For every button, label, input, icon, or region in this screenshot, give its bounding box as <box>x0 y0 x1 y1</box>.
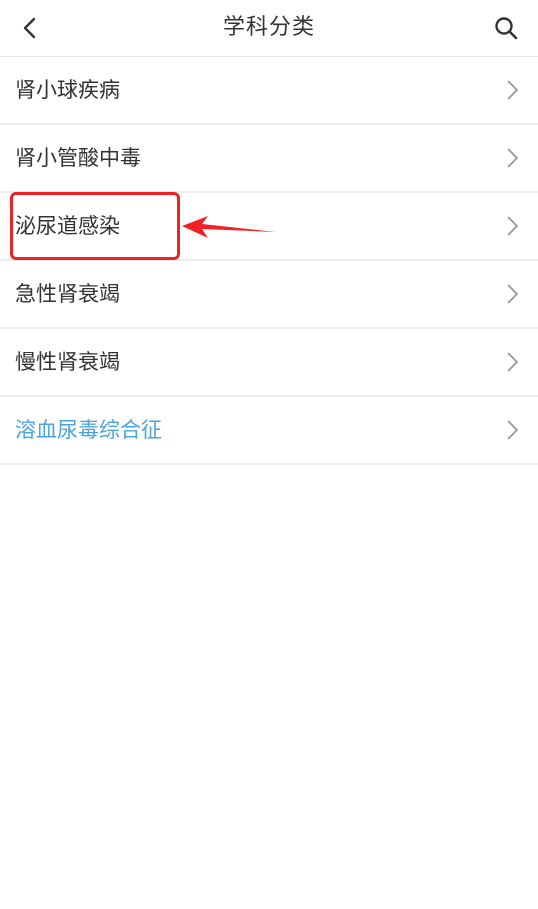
list-item-chronic-renal-failure[interactable]: 慢性肾衰竭 <box>0 329 538 397</box>
list-item-label: 肾小球疾病 <box>15 78 120 102</box>
list-item-label: 肾小管酸中毒 <box>15 146 141 170</box>
list-item-glomerular[interactable]: 肾小球疾病 <box>0 57 538 125</box>
chevron-right-icon <box>507 80 518 100</box>
list-item-acute-renal-failure[interactable]: 急性肾衰竭 <box>0 261 538 329</box>
list-item-hemolytic-uremic[interactable]: 溶血尿毒综合征 <box>0 397 538 465</box>
top-bar: 学科分类 <box>0 0 538 57</box>
list-item-label: 溶血尿毒综合征 <box>15 418 162 442</box>
list-item-label: 慢性肾衰竭 <box>15 350 120 374</box>
category-list: 肾小球疾病 肾小管酸中毒 泌尿道感染 急性肾衰竭 慢性肾衰竭 溶血尿毒综合征 <box>0 57 538 465</box>
chevron-right-icon <box>507 352 518 372</box>
chevron-right-icon <box>507 148 518 168</box>
chevron-right-icon <box>507 420 518 440</box>
list-item-label: 急性肾衰竭 <box>15 282 120 306</box>
page-title: 学科分类 <box>222 15 315 40</box>
chevron-right-icon <box>507 216 518 236</box>
search-icon <box>495 17 518 40</box>
list-item-label: 泌尿道感染 <box>15 214 120 238</box>
chevron-right-icon <box>507 284 518 304</box>
list-item-urinary-infection[interactable]: 泌尿道感染 <box>0 193 538 261</box>
list-item-tubular-acidosis[interactable]: 肾小管酸中毒 <box>0 125 538 193</box>
search-button[interactable] <box>486 8 526 48</box>
